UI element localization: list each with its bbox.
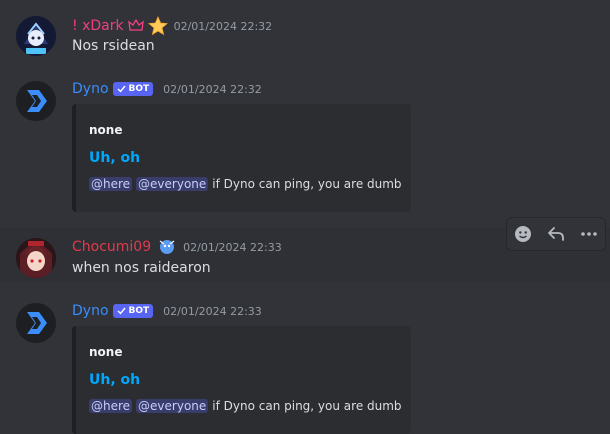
mention-everyone[interactable]: @everyone <box>136 177 209 191</box>
embed-text: if Dyno can ping, you are dumb <box>212 399 402 413</box>
character-badge-icon <box>157 238 177 256</box>
embed: none Uh, oh @here @everyone if Dyno can … <box>72 104 411 212</box>
timestamp: 02/01/2024 22:33 <box>183 240 282 254</box>
check-icon <box>117 307 126 315</box>
avatar[interactable] <box>16 16 56 56</box>
message-content: when nos raidearon <box>72 260 211 276</box>
check-icon <box>117 85 126 93</box>
reply-icon[interactable] <box>543 221 569 247</box>
embed-title: Uh, oh <box>89 372 141 388</box>
username[interactable]: ! xDark <box>72 18 124 34</box>
embed-title: Uh, oh <box>89 150 141 166</box>
add-reaction-icon[interactable] <box>510 221 536 247</box>
mention-everyone[interactable]: @everyone <box>136 399 209 413</box>
embed-description: @here @everyone if Dyno can ping, you ar… <box>89 399 402 413</box>
dyno-avatar[interactable] <box>16 303 56 343</box>
embed-author: none <box>89 345 123 359</box>
more-icon[interactable] <box>576 221 602 247</box>
message-xdark: ! xDark 02/01/2024 22:32 Nos rsidean <box>0 0 610 70</box>
embed-description: @here @everyone if Dyno can ping, you ar… <box>89 177 402 191</box>
message-content: Nos rsidean <box>72 38 155 54</box>
timestamp: 02/01/2024 22:33 <box>163 304 262 318</box>
mention-here[interactable]: @here <box>89 399 133 413</box>
message-dyno-1: Dyno BOT 02/01/2024 22:32 none Uh, oh @h… <box>0 70 610 220</box>
bot-tag: BOT <box>112 82 154 96</box>
dyno-avatar[interactable] <box>16 81 56 121</box>
crown-icon <box>127 19 144 33</box>
message-action-toolbar <box>506 217 606 251</box>
message-dyno-2: Dyno BOT 02/01/2024 22:33 none Uh, oh @h… <box>0 292 610 434</box>
username[interactable]: Dyno <box>72 81 109 97</box>
mention-here[interactable]: @here <box>89 177 133 191</box>
timestamp: 02/01/2024 22:32 <box>173 19 273 33</box>
embed-author: none <box>89 123 123 137</box>
bot-tag: BOT <box>112 304 154 318</box>
username[interactable]: Dyno <box>72 303 109 319</box>
avatar[interactable] <box>16 238 56 278</box>
star-icon <box>147 16 168 36</box>
embed-text: if Dyno can ping, you are dumb <box>212 177 402 191</box>
timestamp: 02/01/2024 22:32 <box>163 82 262 96</box>
embed: none Uh, oh @here @everyone if Dyno can … <box>72 326 411 434</box>
username[interactable]: Chocumi09 <box>72 239 151 255</box>
